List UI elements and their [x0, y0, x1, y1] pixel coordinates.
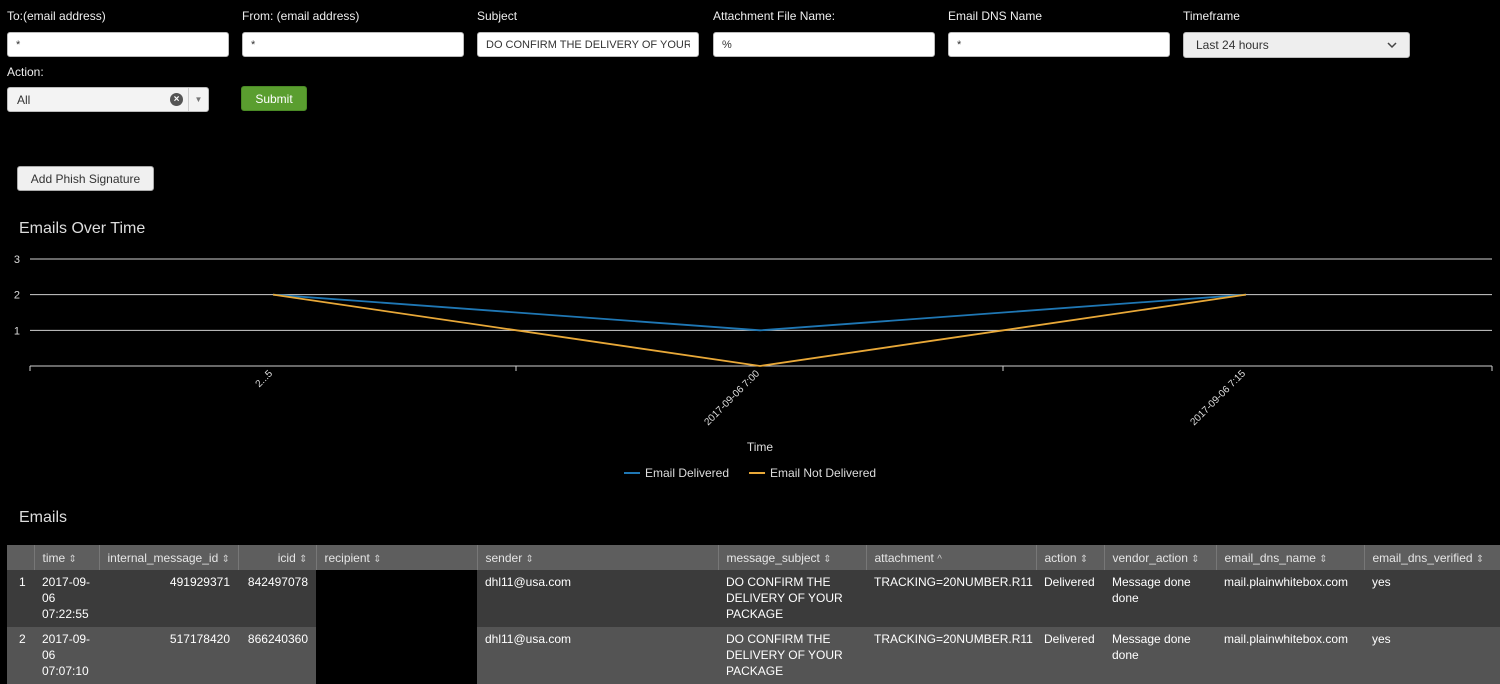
- cell-action: Delivered: [1036, 627, 1104, 684]
- sort-icon: ⇕: [373, 553, 382, 565]
- action-filter: Action: All × ▼: [7, 64, 209, 112]
- timeframe-filter: Timeframe Last 24 hours: [1183, 8, 1410, 58]
- cell-vendor-action: Message done done: [1104, 570, 1216, 627]
- col-action[interactable]: action ⇕: [1036, 545, 1105, 570]
- cell-icid: 842497078: [238, 570, 316, 627]
- y-tick-label: 1: [14, 325, 20, 337]
- attachment-input[interactable]: [713, 32, 935, 57]
- legend-label: Email Not Delivered: [770, 466, 876, 480]
- x-tick-label: 2...5: [254, 368, 276, 390]
- chart-title: Emails Over Time: [19, 220, 146, 237]
- sort-icon: ⇕: [1475, 553, 1485, 565]
- sort-icon: ⇕: [299, 553, 308, 565]
- cell-internal-message-id: 491929371: [99, 570, 238, 627]
- col-attachment[interactable]: attachment ^: [866, 545, 1037, 570]
- dns-input[interactable]: [948, 32, 1170, 57]
- x-axis-label: Time: [747, 440, 774, 454]
- cell-email-dns-verified: yes: [1364, 570, 1500, 627]
- cell-action: Delivered: [1036, 570, 1104, 627]
- sort-icon: ⇕: [525, 553, 534, 565]
- emails-table: time ⇕ internal_message_id ⇕ icid ⇕ reci…: [7, 545, 1500, 684]
- table-row[interactable]: 2 2017-09-06 07:07:10 517178420 86624036…: [7, 627, 1500, 684]
- from-input[interactable]: [242, 32, 464, 57]
- action-multiselect[interactable]: All × ▼: [7, 87, 209, 112]
- from-filter: From: (email address): [242, 8, 464, 57]
- table-title: Emails: [19, 509, 68, 526]
- action-label: Action:: [7, 65, 44, 79]
- col-email-dns-verified[interactable]: email_dns_verified ⇕: [1364, 545, 1500, 570]
- to-label: To:(email address): [7, 9, 106, 23]
- col-vendor-action[interactable]: vendor_action ⇕: [1104, 545, 1217, 570]
- cell-attachment: TRACKING=20NUMBER.R11: [866, 627, 1036, 684]
- from-label: From: (email address): [242, 9, 360, 23]
- row-index: 2: [7, 627, 34, 684]
- add-phish-signature-button[interactable]: Add Phish Signature: [17, 166, 154, 191]
- col-time[interactable]: time ⇕: [34, 545, 100, 570]
- timeframe-dropdown[interactable]: Last 24 hours: [1183, 32, 1410, 58]
- cell-email-dns-name: mail.plainwhitebox.com: [1216, 627, 1364, 684]
- attachment-label: Attachment File Name:: [713, 9, 836, 23]
- table-row[interactable]: 1 2017-09-06 07:22:55 491929371 84249707…: [7, 570, 1500, 627]
- emails-over-time-chart: 123 2...5 2017-09-06 7:00 2017-09-06 7:15 …: [14, 254, 1493, 480]
- cell-time: 2017-09-06 07:07:10: [34, 627, 99, 684]
- cell-message-subject: DO CONFIRM THE DELIVERY OF YOUR PACKAGE: [718, 570, 866, 627]
- cell-email-dns-name: mail.plainwhitebox.com: [1216, 570, 1364, 627]
- x-tick-label: 2017-09-06 7:00: [702, 368, 762, 428]
- timeframe-label: Timeframe: [1183, 9, 1240, 23]
- chevron-down-icon: [1387, 41, 1397, 48]
- sort-icon: ⇕: [1079, 553, 1089, 565]
- cell-vendor-action: Message done done: [1104, 627, 1216, 684]
- cell-sender: dhl11@usa.com: [477, 627, 718, 684]
- cell-attachment: TRACKING=20NUMBER.R11: [866, 570, 1036, 627]
- col-icid[interactable]: icid ⇕: [238, 545, 317, 570]
- sort-asc-icon: ^: [937, 553, 942, 565]
- sort-icon: ⇕: [1319, 553, 1328, 565]
- col-recipient[interactable]: recipient ⇕: [316, 545, 478, 570]
- y-tick-label: 3: [14, 254, 20, 266]
- dns-filter: Email DNS Name: [948, 8, 1170, 57]
- subject-label: Subject: [477, 9, 518, 23]
- col-email-dns-name[interactable]: email_dns_name ⇕: [1216, 545, 1365, 570]
- subject-input[interactable]: [477, 32, 699, 57]
- x-tick-label: 2017-09-06 7:15: [1188, 368, 1248, 428]
- dns-label: Email DNS Name: [948, 9, 1043, 23]
- legend-label: Email Delivered: [645, 466, 729, 480]
- col-sender[interactable]: sender ⇕: [477, 545, 719, 570]
- sort-icon: ⇕: [68, 553, 77, 565]
- sort-icon: ⇕: [823, 553, 832, 565]
- sort-icon: ⇕: [1191, 553, 1200, 565]
- cell-sender: dhl11@usa.com: [477, 570, 718, 627]
- y-tick-label: 2: [14, 290, 20, 302]
- sort-icon: ⇕: [221, 553, 230, 565]
- cell-message-subject: DO CONFIRM THE DELIVERY OF YOUR PACKAGE: [718, 627, 866, 684]
- clear-icon[interactable]: ×: [170, 93, 183, 106]
- action-value: All: [17, 92, 31, 107]
- row-index: 1: [7, 570, 34, 627]
- cell-icid: 866240360: [238, 627, 316, 684]
- cell-recipient-redacted: [316, 570, 477, 627]
- to-input[interactable]: [7, 32, 229, 57]
- subject-filter: Subject: [477, 8, 699, 57]
- table-header: time ⇕ internal_message_id ⇕ icid ⇕ reci…: [7, 545, 1500, 570]
- attachment-filter: Attachment File Name:: [713, 8, 935, 57]
- col-internal-message-id[interactable]: internal_message_id ⇕: [99, 545, 239, 570]
- dropdown-arrow-icon[interactable]: ▼: [188, 88, 208, 111]
- cell-time: 2017-09-06 07:22:55: [34, 570, 99, 627]
- col-index: [7, 545, 35, 570]
- timeframe-value: Last 24 hours: [1196, 38, 1269, 52]
- to-filter: To:(email address): [7, 8, 229, 57]
- submit-button[interactable]: Submit: [241, 86, 307, 111]
- cell-email-dns-verified: yes: [1364, 627, 1500, 684]
- col-message-subject[interactable]: message_subject ⇕: [718, 545, 867, 570]
- series-line: [272, 293, 1247, 332]
- cell-internal-message-id: 517178420: [99, 627, 238, 684]
- cell-recipient-redacted: [316, 627, 477, 684]
